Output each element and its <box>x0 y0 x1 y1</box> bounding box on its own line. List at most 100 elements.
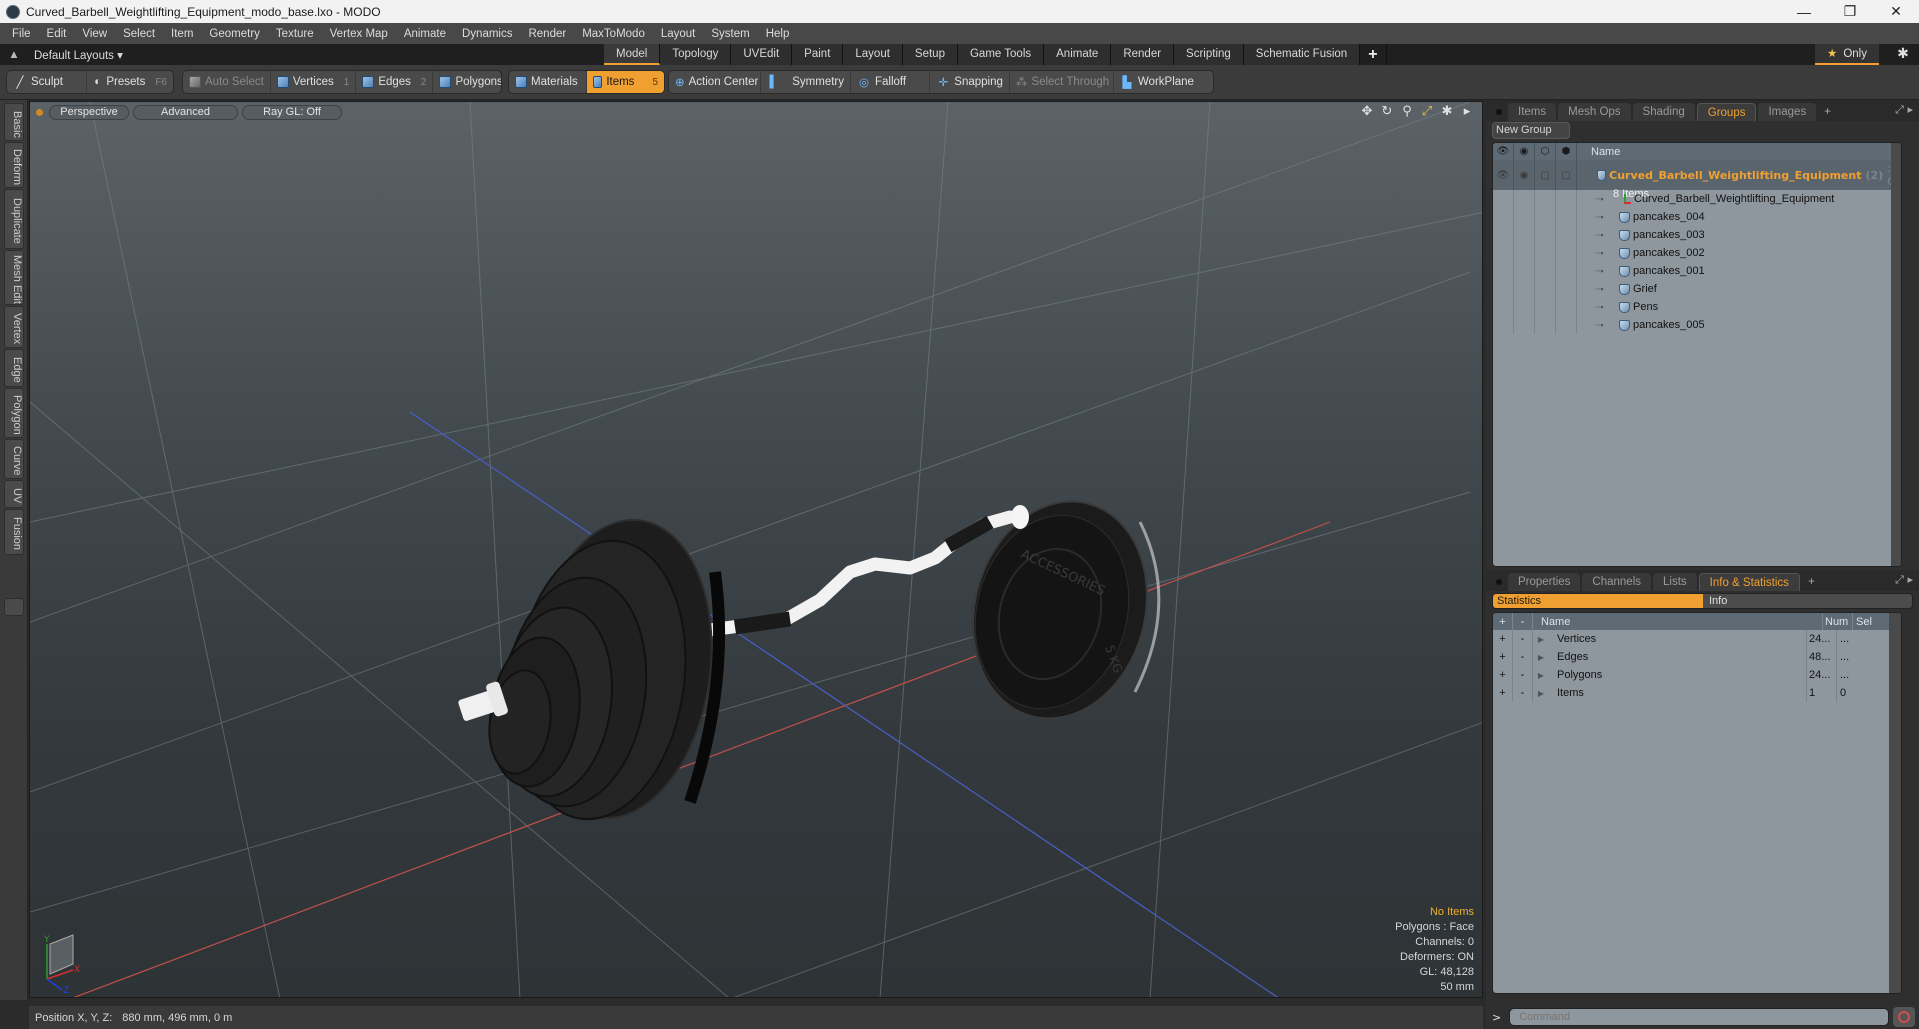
add-to-selection-button[interactable]: + <box>1493 648 1513 666</box>
menu-select[interactable]: Select <box>115 28 163 40</box>
tab-items[interactable]: Items <box>1508 103 1557 121</box>
item-render-cell[interactable] <box>1514 262 1535 280</box>
expand-arrow-icon[interactable]: ▶ <box>1533 653 1549 662</box>
menu-system[interactable]: System <box>703 28 757 40</box>
menu-view[interactable]: View <box>74 28 115 40</box>
left-tab-uv[interactable]: UV <box>4 480 24 508</box>
item-select-cell[interactable] <box>1556 226 1577 244</box>
tab-layout[interactable]: Layout <box>843 44 903 65</box>
name-column-header[interactable]: Name <box>1577 146 1620 158</box>
tab-mesh-ops[interactable]: Mesh Ops <box>1558 103 1631 121</box>
tab-render[interactable]: Render <box>1111 44 1175 65</box>
view-mode-dropdown[interactable]: Perspective <box>49 104 129 120</box>
left-tab-mesh-edit[interactable]: Mesh Edit <box>4 250 24 305</box>
menu-vertex-map[interactable]: Vertex Map <box>322 28 396 40</box>
3d-viewport[interactable]: ACCESSORIES 5 KG Y X Z Perspective Advan… <box>29 101 1483 998</box>
item-select-cell[interactable] <box>1556 244 1577 262</box>
item-render-cell[interactable] <box>1514 244 1535 262</box>
zoom-icon[interactable]: ⚲ <box>1400 104 1414 119</box>
materials-button[interactable]: Materials <box>509 71 587 93</box>
panel-menu-icon[interactable] <box>1496 109 1502 115</box>
left-tab-curve[interactable]: Curve <box>4 439 24 479</box>
add-panel-tab-button[interactable]: + <box>1802 573 1821 591</box>
select-column-icon[interactable]: ⬢ <box>1556 143 1577 160</box>
expand-panel-icon[interactable]: ⤢ ▸ <box>1895 573 1913 587</box>
item-lock-cell[interactable] <box>1535 316 1556 334</box>
remove-from-selection-button[interactable]: - <box>1513 648 1533 666</box>
collapse-all-header[interactable]: - <box>1513 613 1533 630</box>
group-select-toggle[interactable]: ▢ <box>1556 160 1577 190</box>
panel-menu-icon[interactable] <box>1496 579 1502 585</box>
remove-from-selection-button[interactable]: - <box>1513 684 1533 702</box>
workplane-button[interactable]: ▙ WorkPlane <box>1114 71 1213 93</box>
tab-schematic-fusion[interactable]: Schematic Fusion <box>1243 44 1361 65</box>
snapping-button[interactable]: ✛ Snapping <box>930 71 1010 93</box>
item-render-cell[interactable] <box>1514 208 1535 226</box>
left-tab-duplicate[interactable]: Duplicate <box>4 189 24 249</box>
add-to-selection-button[interactable]: + <box>1493 630 1513 648</box>
item-select-cell[interactable] <box>1556 298 1577 316</box>
tab-animate[interactable]: Animate <box>1044 44 1112 65</box>
move-icon[interactable]: ✥ <box>1360 104 1374 119</box>
group-item-row[interactable]: ┈▪ pancakes_005 <box>1493 316 1901 334</box>
expand-panel-icon[interactable]: ⤢ ▸ <box>1895 103 1913 117</box>
tab-shading[interactable]: Shading <box>1632 103 1695 121</box>
raygl-dropdown[interactable]: Ray GL: Off <box>242 104 342 120</box>
menu-help[interactable]: Help <box>758 28 798 40</box>
lock-column-icon[interactable]: ⬡ <box>1535 143 1556 160</box>
group-row[interactable]: 👁 ◉ ▢ ▢ Curved_Barbell_Weightlifting_Equ… <box>1493 160 1901 200</box>
item-visibility-cell[interactable] <box>1493 226 1514 244</box>
settings-icon[interactable]: ✱ <box>1440 104 1454 119</box>
remove-from-selection-button[interactable]: - <box>1513 630 1533 648</box>
add-to-selection-button[interactable]: + <box>1493 666 1513 684</box>
tab-images[interactable]: Images <box>1758 103 1817 121</box>
tab-groups[interactable]: Groups <box>1696 103 1757 121</box>
statistics-row[interactable]: + - ▶ Edges 48...... <box>1493 648 1901 666</box>
left-tab-extra[interactable] <box>4 598 24 616</box>
item-lock-cell[interactable] <box>1535 208 1556 226</box>
action-center-button[interactable]: ⊕ Action Center <box>669 71 761 93</box>
items-button[interactable]: Items 5 <box>587 71 664 93</box>
menu-item[interactable]: Item <box>163 28 201 40</box>
sculpt-button[interactable]: ╱ Sculpt <box>7 71 87 93</box>
restore-button[interactable]: ❐ <box>1827 0 1873 23</box>
group-item-row[interactable]: ┈▪ Pens <box>1493 298 1901 316</box>
group-lock-toggle[interactable]: ▢ <box>1535 160 1556 190</box>
item-visibility-cell[interactable] <box>1493 190 1514 208</box>
item-visibility-cell[interactable] <box>1493 262 1514 280</box>
item-lock-cell[interactable] <box>1535 226 1556 244</box>
group-item-row[interactable]: ┈▪ Curved_Barbell_Weightlifting_Equipment <box>1493 190 1901 208</box>
menu-geometry[interactable]: Geometry <box>201 28 268 40</box>
left-tab-basic[interactable]: Basic <box>4 103 24 141</box>
viewport-options-icon[interactable] <box>36 108 43 116</box>
statistics-row[interactable]: + - ▶ Vertices 24...... <box>1493 630 1901 648</box>
tab-game-tools[interactable]: Game Tools <box>957 44 1045 65</box>
only-button[interactable]: ★ Only <box>1815 44 1879 65</box>
item-visibility-cell[interactable] <box>1493 244 1514 262</box>
minimize-button[interactable]: — <box>1781 0 1827 23</box>
tab-properties[interactable]: Properties <box>1508 573 1581 591</box>
group-item-row[interactable]: ┈▪ pancakes_003 <box>1493 226 1901 244</box>
item-select-cell[interactable] <box>1556 208 1577 226</box>
layout-collapse-icon[interactable]: ▲ <box>4 49 24 61</box>
expand-arrow-icon[interactable]: ▶ <box>1533 689 1549 698</box>
item-visibility-cell[interactable] <box>1493 316 1514 334</box>
left-tab-edge[interactable]: Edge <box>4 349 24 387</box>
name-column-header[interactable]: Name <box>1533 613 1823 630</box>
item-select-cell[interactable] <box>1556 190 1577 208</box>
close-button[interactable]: ✕ <box>1873 0 1919 23</box>
tab-info-statistics[interactable]: Info & Statistics <box>1698 573 1800 591</box>
menu-render[interactable]: Render <box>520 28 574 40</box>
falloff-button[interactable]: ◎ Falloff <box>851 71 931 93</box>
menu-maxtomodo[interactable]: MaxToModo <box>574 28 653 40</box>
item-visibility-cell[interactable] <box>1493 280 1514 298</box>
item-visibility-cell[interactable] <box>1493 208 1514 226</box>
record-macro-button[interactable] <box>1893 1007 1916 1027</box>
tab-lists[interactable]: Lists <box>1653 573 1697 591</box>
item-select-cell[interactable] <box>1556 280 1577 298</box>
group-item-row[interactable]: ┈▪ Grief <box>1493 280 1901 298</box>
polygons-button[interactable]: Polygons <box>433 71 501 93</box>
tab-topology[interactable]: Topology <box>660 44 732 65</box>
group-render-toggle[interactable]: ◉ <box>1514 160 1535 190</box>
item-render-cell[interactable] <box>1514 190 1535 208</box>
